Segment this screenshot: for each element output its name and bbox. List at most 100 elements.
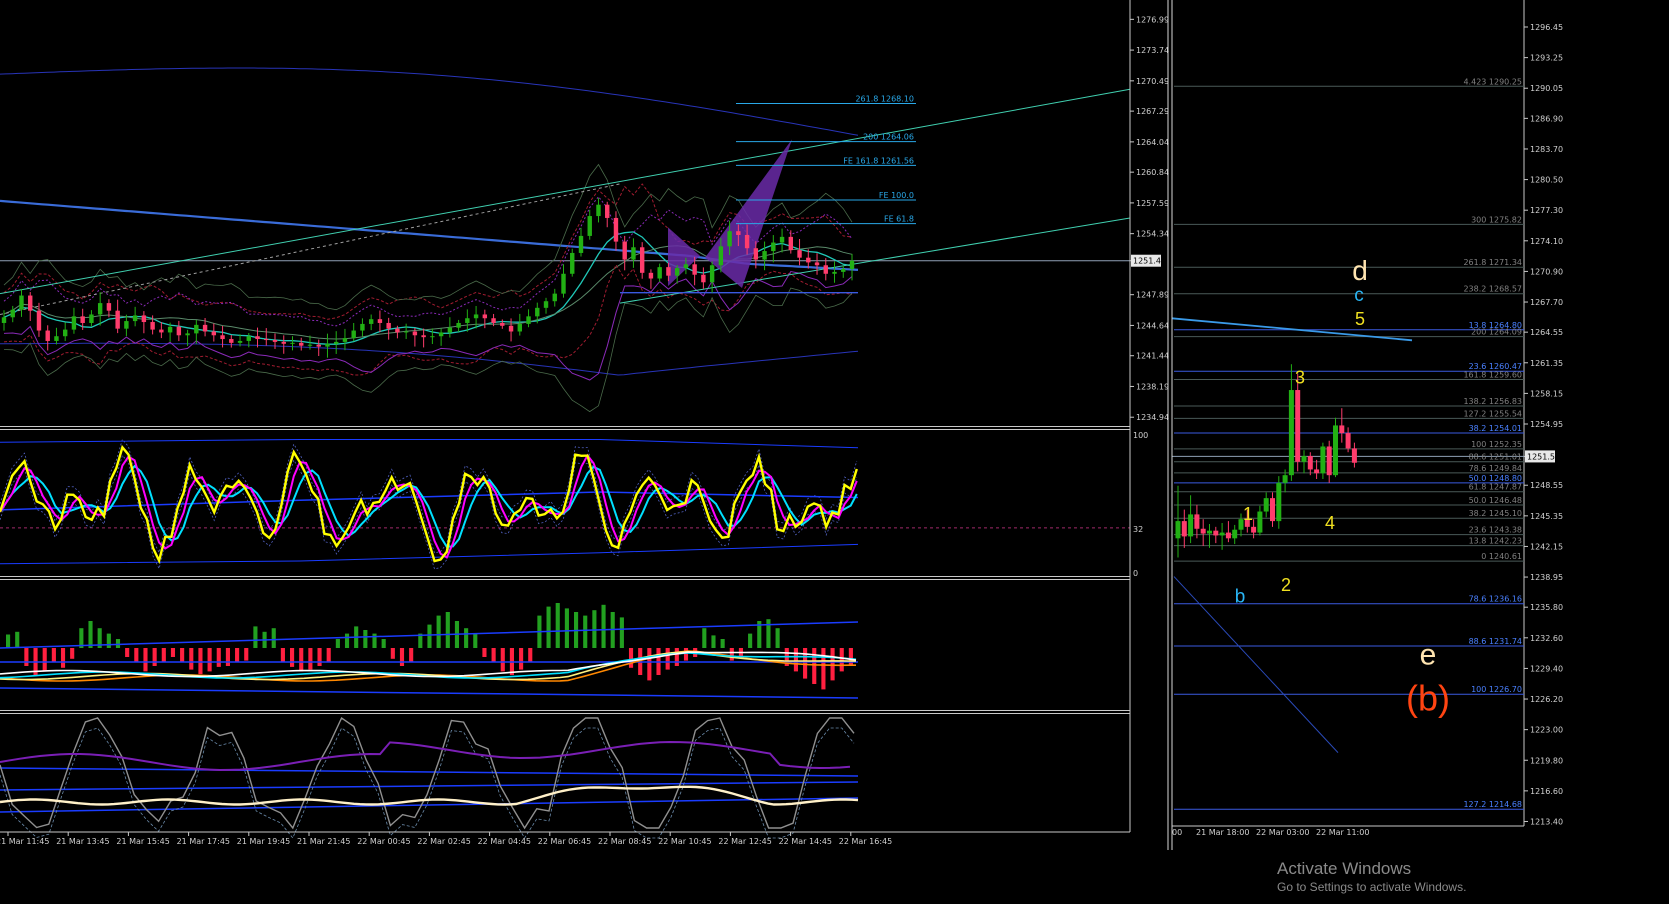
- candle-body: [334, 341, 339, 344]
- candle-body: [552, 293, 557, 302]
- candle-body: [744, 234, 750, 249]
- candle-body: [841, 269, 846, 272]
- candle-body: [718, 246, 724, 266]
- right-candle-body: [1307, 456, 1313, 470]
- candle-body: [753, 248, 759, 260]
- candle-body: [465, 318, 470, 323]
- candle-body: [141, 315, 147, 323]
- right-candle-body: [1251, 526, 1257, 533]
- price-tick-label: 1257.59: [1136, 199, 1169, 208]
- candle-body: [578, 235, 584, 253]
- right-candle-body: [1282, 475, 1288, 483]
- candle-body: [307, 344, 313, 346]
- candle-body: [71, 316, 77, 330]
- candle-body: [36, 310, 42, 331]
- candle-body: [727, 231, 732, 247]
- candle-body: [779, 236, 785, 243]
- histogram-bar: [143, 648, 148, 672]
- histogram-bar: [6, 634, 11, 648]
- candle-body: [220, 335, 225, 340]
- histogram-bar: [812, 648, 817, 684]
- candle-body: [526, 316, 531, 324]
- histogram-bar: [821, 648, 826, 690]
- candle-body: [176, 326, 182, 336]
- candle-body: [202, 324, 208, 332]
- time-tick-label: 21 Mar 19:45: [237, 837, 290, 846]
- right-price-tick-label: 1280.50: [1530, 176, 1563, 185]
- wave-label: 2: [1281, 575, 1291, 595]
- candle-body: [692, 264, 697, 275]
- right-candle-body: [1351, 448, 1357, 463]
- candle-body: [683, 264, 689, 269]
- wave-label: 1: [1243, 504, 1253, 524]
- right-candle-body: [1270, 498, 1275, 522]
- wave-label: (b): [1406, 678, 1450, 719]
- histogram-bar: [115, 639, 121, 648]
- right-fib-level-label: 161.8 1259.60: [1463, 371, 1522, 380]
- histogram-bar: [775, 628, 780, 648]
- histogram-bar: [60, 648, 66, 668]
- histogram-bar: [628, 648, 634, 668]
- right-candle-body: [1345, 433, 1351, 449]
- right-price-tick-label: 1290.05: [1530, 84, 1563, 93]
- histogram-bar: [665, 648, 670, 670]
- right-fib-level-label: 200 1264.09: [1471, 328, 1522, 337]
- oscillator-tick-label: 32: [1133, 525, 1143, 534]
- candle-body: [54, 336, 59, 341]
- histogram-bar: [720, 639, 725, 648]
- candle-body: [613, 217, 619, 242]
- histogram-bar: [280, 648, 285, 663]
- right-candle-body: [1314, 469, 1320, 474]
- wave-label: c: [1354, 285, 1364, 306]
- price-tick-label: 1267.29: [1136, 107, 1169, 116]
- candle-body: [491, 318, 496, 323]
- histogram-bar: [839, 648, 844, 672]
- candle-body: [360, 323, 365, 331]
- histogram-bar: [335, 639, 340, 648]
- right-candle-body: [1326, 446, 1332, 476]
- candle-body: [185, 333, 190, 336]
- candle-body: [132, 315, 138, 322]
- histogram-bar: [106, 633, 111, 648]
- candle-body: [211, 331, 217, 336]
- time-tick-label: 21 Mar 13:45: [56, 837, 109, 846]
- histogram-bar: [482, 648, 487, 657]
- candle-body: [368, 319, 374, 324]
- histogram-bar: [42, 648, 47, 672]
- histogram-bar: [555, 603, 560, 648]
- fib-level-label: FE 61.8: [884, 215, 914, 224]
- right-price-tick-label: 1283.70: [1530, 145, 1563, 154]
- candle-body: [814, 262, 820, 266]
- right-price-tick-label: 1270.90: [1530, 267, 1563, 276]
- candle-body: [535, 307, 540, 317]
- candle-body: [325, 343, 330, 347]
- right-fib-level-label: 38.2 1245.10: [1469, 509, 1522, 518]
- right-price-tick-label: 1293.25: [1530, 54, 1563, 63]
- histogram-bar: [436, 615, 441, 648]
- candle-body: [456, 322, 461, 328]
- right-price-tick-label: 1235.80: [1530, 603, 1563, 612]
- right-candle-body: [1320, 446, 1326, 474]
- histogram-bar: [766, 619, 771, 648]
- right-candle-body: [1288, 390, 1294, 476]
- price-tick-label: 1273.74: [1136, 46, 1169, 55]
- candle-body: [386, 322, 391, 329]
- histogram-bar: [326, 648, 331, 663]
- right-candle-body: [1219, 532, 1225, 536]
- histogram-bar: [601, 604, 606, 648]
- trading-terminal: 1276.99 1273.74 1270.49 1267.29 1264.04 1260.…: [0, 0, 1669, 904]
- right-candle-body: [1188, 514, 1194, 537]
- right-price-tick-label: 1216.60: [1530, 787, 1563, 796]
- candle-body: [543, 301, 549, 308]
- candle-body: [106, 303, 112, 311]
- right-price-tick-label: 1296.45: [1530, 23, 1563, 32]
- fib-level-label: FE 161.8 1261.56: [843, 156, 914, 165]
- wave-label: b: [1235, 586, 1246, 607]
- candle-body: [351, 330, 356, 339]
- candle-body: [639, 247, 645, 273]
- right-candle-body: [1194, 514, 1200, 529]
- time-tick-label: 22 Mar 08:45: [598, 837, 651, 846]
- candle-body: [237, 340, 243, 343]
- right-fib-level-label: 238.2 1268.57: [1463, 285, 1522, 294]
- histogram-bar: [683, 648, 689, 661]
